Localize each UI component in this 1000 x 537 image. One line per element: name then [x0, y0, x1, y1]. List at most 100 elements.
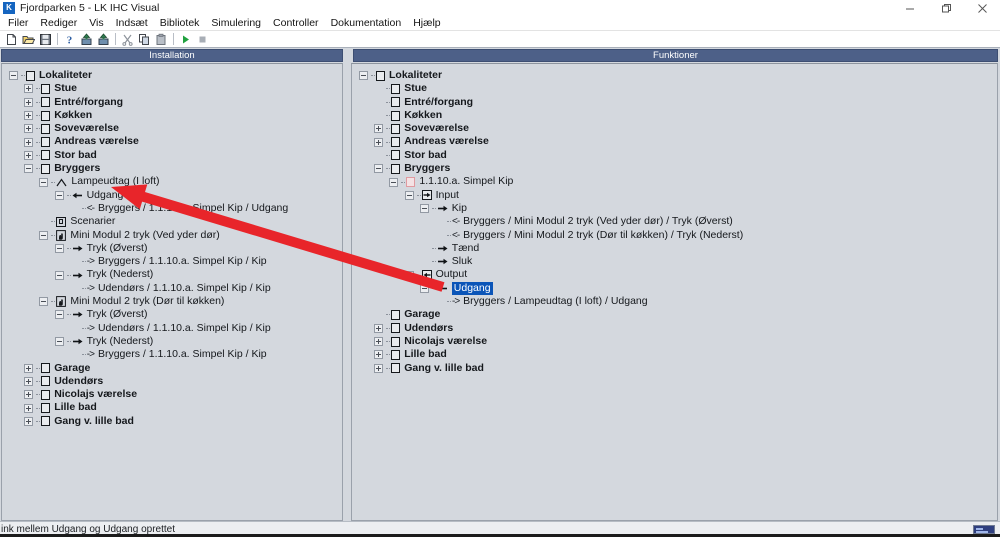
tree-node[interactable]: Køkken: [6, 109, 342, 122]
installation-tree[interactable]: Lokaliteter Stue Entré/forgang Køkken Sovevæ…: [2, 64, 342, 428]
tree-node[interactable]: <- Bryggers / Mini Modul 2 tryk (Dør til …: [356, 229, 997, 242]
tree-node[interactable]: Udgang: [6, 189, 342, 202]
tree-node[interactable]: Tænd: [356, 242, 997, 255]
expand-icon[interactable]: [24, 363, 34, 373]
tree-node[interactable]: Bryggers: [6, 162, 342, 175]
tree-node[interactable]: Mini Modul 2 tryk (Ved yder dør): [6, 229, 342, 242]
expand-icon[interactable]: [374, 124, 384, 134]
expand-icon[interactable]: [24, 376, 34, 386]
tree-node[interactable]: <- Bryggers / 1.1.10.a. Simpel Kip / Udga…: [6, 202, 342, 215]
collapse-icon[interactable]: [389, 177, 399, 187]
expand-icon[interactable]: [24, 124, 34, 134]
expand-icon[interactable]: [24, 390, 34, 400]
expand-icon[interactable]: [24, 84, 34, 94]
collapse-icon[interactable]: [419, 283, 429, 293]
tree-node[interactable]: Soveværelse: [6, 122, 342, 135]
menu-item-simulering[interactable]: Simulering: [205, 16, 267, 30]
tree-node-selected[interactable]: Udgang: [356, 281, 997, 296]
collapse-icon[interactable]: [54, 310, 64, 320]
restore-icon[interactable]: [928, 0, 964, 16]
collapse-icon[interactable]: [9, 71, 18, 81]
pane-splitter[interactable]: [343, 63, 351, 521]
installation-pane[interactable]: Lokaliteter Stue Entré/forgang Køkken Sovevæ…: [1, 63, 343, 521]
menu-item-bibliotek[interactable]: Bibliotek: [154, 16, 206, 30]
tree-node[interactable]: Nicolajs værelse: [6, 388, 342, 401]
tree-node[interactable]: <- Bryggers / Mini Modul 2 tryk (Ved yder…: [356, 215, 997, 228]
tree-node[interactable]: Lokaliteter: [6, 69, 342, 82]
tree-node[interactable]: Lokaliteter: [356, 69, 997, 82]
menu-item-hj-lp[interactable]: Hjælp: [407, 16, 446, 30]
tree-node[interactable]: Output: [356, 268, 997, 281]
expand-icon[interactable]: [24, 97, 34, 107]
menu-item-filer[interactable]: Filer: [2, 16, 34, 30]
tree-node[interactable]: Scenarier: [6, 215, 342, 228]
tree-node[interactable]: Tryk (Øverst): [6, 308, 342, 321]
close-icon[interactable]: [964, 0, 1000, 16]
expand-icon[interactable]: [374, 350, 384, 360]
tree-node[interactable]: Andreas værelse: [6, 135, 342, 148]
tree-node[interactable]: Udendørs: [6, 375, 342, 388]
tree-node[interactable]: Tryk (Nederst): [6, 335, 342, 348]
collapse-icon[interactable]: [419, 204, 429, 214]
upload-controller-icon[interactable]: [78, 32, 95, 47]
expand-icon[interactable]: [24, 111, 34, 121]
menu-item-inds-t[interactable]: Indsæt: [110, 16, 154, 30]
collapse-icon[interactable]: [54, 244, 64, 253]
collapse-icon[interactable]: [404, 190, 414, 200]
tree-node[interactable]: Nicolajs værelse: [356, 335, 997, 348]
save-disk-icon[interactable]: [37, 32, 54, 47]
tree-node[interactable]: Andreas værelse: [356, 135, 997, 148]
tree-node[interactable]: -> Bryggers / 1.1.10.a. Simpel Kip / Kip: [6, 348, 342, 361]
expand-icon[interactable]: [374, 363, 384, 373]
collapse-icon[interactable]: [39, 177, 49, 187]
minimize-icon[interactable]: [892, 0, 928, 16]
tree-node[interactable]: Entré/forgang: [356, 96, 997, 109]
tree-node[interactable]: Kip: [356, 202, 997, 215]
tree-node[interactable]: Tryk (Nederst): [6, 268, 342, 281]
collapse-icon[interactable]: [39, 230, 49, 240]
menu-item-rediger[interactable]: Rediger: [34, 16, 83, 30]
tree-node[interactable]: Udendørs: [356, 322, 997, 335]
collapse-icon[interactable]: [359, 71, 368, 81]
expand-icon[interactable]: [374, 323, 384, 333]
expand-icon[interactable]: [24, 416, 34, 426]
menu-item-dokumentation[interactable]: Dokumentation: [325, 16, 408, 30]
tree-node[interactable]: Garage: [6, 362, 342, 375]
tree-node[interactable]: -> Udendørs / 1.1.10.a. Simpel Kip / Kip: [6, 282, 342, 295]
collapse-icon[interactable]: [374, 164, 384, 174]
collapse-icon[interactable]: [404, 270, 414, 280]
tree-node[interactable]: -> Bryggers / 1.1.10.a. Simpel Kip / Kip: [6, 255, 342, 268]
tree-node[interactable]: Lampeudtag (I loft): [6, 175, 342, 188]
expand-icon[interactable]: [24, 403, 34, 413]
tree-node[interactable]: Gang v. lille bad: [356, 362, 997, 375]
tree-node[interactable]: Køkken: [356, 109, 997, 122]
menu-item-vis[interactable]: Vis: [83, 16, 109, 30]
expand-icon[interactable]: [374, 137, 384, 147]
play-icon[interactable]: [177, 32, 194, 47]
tree-node[interactable]: Stue: [356, 82, 997, 95]
copy-icon[interactable]: [136, 32, 153, 47]
expand-icon[interactable]: [24, 137, 34, 147]
collapse-icon[interactable]: [39, 297, 49, 307]
tree-node[interactable]: Gang v. lille bad: [6, 415, 342, 428]
tree-node[interactable]: Entré/forgang: [6, 96, 342, 109]
tree-node[interactable]: Lille bad: [356, 348, 997, 361]
cut-scissors-icon[interactable]: [119, 32, 136, 47]
download-controller-icon[interactable]: [95, 32, 112, 47]
tree-node[interactable]: -> Bryggers / Lampeudtag (I loft) / Udgan…: [356, 295, 997, 308]
collapse-icon[interactable]: [24, 164, 34, 174]
funktioner-tree[interactable]: Lokaliteter Stue Entré/forgang Køkken Sovevæ…: [352, 64, 997, 375]
tree-node[interactable]: Stor bad: [356, 149, 997, 162]
menu-item-controller[interactable]: Controller: [267, 16, 325, 30]
tree-node[interactable]: Sluk: [356, 255, 997, 268]
funktioner-pane[interactable]: Lokaliteter Stue Entré/forgang Køkken Sovevæ…: [351, 63, 998, 521]
help-question-icon[interactable]: ?: [61, 32, 78, 47]
tree-node[interactable]: Soveværelse: [356, 122, 997, 135]
tree-node[interactable]: Stor bad: [6, 149, 342, 162]
tree-node[interactable]: Tryk (Øverst): [6, 242, 342, 255]
open-folder-icon[interactable]: [20, 32, 37, 47]
stop-icon[interactable]: [194, 32, 211, 47]
tree-node[interactable]: Mini Modul 2 tryk (Dør til køkken): [6, 295, 342, 308]
tree-node[interactable]: Garage: [356, 308, 997, 321]
tree-node[interactable]: 1.1.10.a. Simpel Kip: [356, 175, 997, 188]
